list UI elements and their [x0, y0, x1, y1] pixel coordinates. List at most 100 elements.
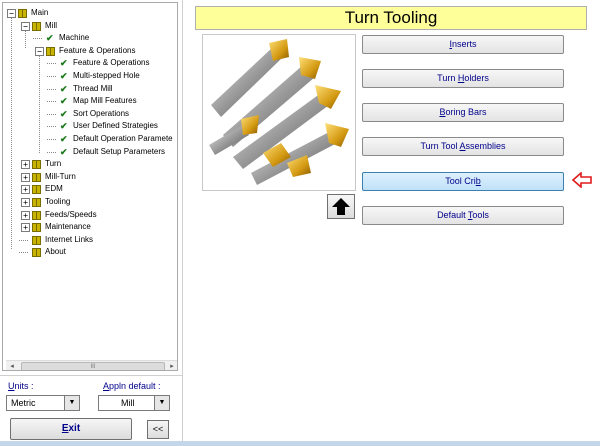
tree-item-default-setup-parameters[interactable]: ✔ Default Setup Parameters [3, 146, 177, 158]
appln-default-label: Appln default : [103, 381, 161, 391]
tree-item-mill-turn[interactable]: + Mill-Turn [3, 171, 177, 183]
tree-item-label: Mill [45, 20, 57, 30]
book-icon [32, 210, 41, 220]
boring-bars-button[interactable]: Boring Bars [362, 103, 564, 122]
tree-branch-line [47, 88, 56, 90]
turn-tools-image [202, 34, 356, 191]
navigation-tree: − Main − Mill ✔ Machine − Feature & Operations ✔… [2, 2, 178, 371]
tree-branch-line [47, 113, 56, 115]
collapse-icon[interactable]: − [35, 46, 44, 56]
tree-item-label: Default Operation Paramete [73, 134, 173, 143]
expand-icon[interactable]: + [21, 172, 30, 182]
expand-icon[interactable]: + [21, 223, 30, 233]
tree-branch-line [47, 126, 56, 128]
tree-item-internet-links[interactable]: Internet Links [3, 234, 177, 246]
exit-button[interactable]: Exit [10, 418, 132, 440]
expand-icon[interactable]: + [21, 210, 30, 220]
book-icon [32, 160, 41, 170]
book-icon [18, 9, 27, 18]
tree-item-feature-operations[interactable]: − Feature & Operations [3, 45, 177, 57]
up-arrow-icon [332, 198, 350, 215]
scroll-right-icon[interactable]: ▸ [166, 361, 177, 370]
collapse-panel-button[interactable]: << [147, 420, 169, 439]
tree-item-feeds-speeds[interactable]: + Feeds/Speeds [3, 209, 177, 221]
units-dropdown-icon[interactable]: ▼ [64, 396, 79, 410]
tree-item-machine[interactable]: ✔ Machine [3, 32, 177, 44]
tree-item-label: Default Setup Parameters [73, 146, 166, 156]
check-icon: ✔ [60, 108, 68, 119]
scroll-grip-icon: III [90, 364, 96, 370]
tree-item-user-defined-strategies[interactable]: ✔ User Defined Strategies [3, 120, 177, 132]
check-icon: ✔ [60, 71, 68, 81]
default-tools-button[interactable]: Default Tools [362, 206, 564, 225]
tree-item-label: Sort Operations [73, 108, 130, 118]
tree-item-multi-stepped-hole[interactable]: ✔ Multi-stepped Hole [3, 70, 177, 82]
book-icon [32, 185, 41, 195]
tree-item-label: Tooling [45, 197, 71, 206]
tree-item-label: About [45, 247, 66, 257]
book-icon [46, 46, 55, 56]
tree-branch-line [47, 76, 56, 77]
expand-icon[interactable]: + [21, 160, 30, 170]
tool-crib-button[interactable]: Tool Crib [362, 172, 564, 191]
tree-item-thread-mill[interactable]: ✔ Thread Mill [3, 83, 177, 95]
tree-item-about[interactable]: About [3, 246, 177, 258]
tree-item-sort-operations[interactable]: ✔ Sort Operations [3, 108, 177, 120]
tree-item-label: Main [31, 8, 49, 17]
book-icon [32, 248, 41, 258]
up-arrow-button[interactable] [327, 194, 355, 219]
collapse-icon[interactable]: − [7, 9, 16, 18]
tree-item-label: Thread Mill [73, 83, 113, 93]
tree-branch-line [19, 252, 28, 254]
turn-tool-assemblies-button[interactable]: Turn Tool Assemblies [362, 137, 564, 156]
tree-item-label: Feature & Operations [59, 45, 136, 55]
check-icon: ✔ [60, 134, 68, 144]
check-icon: ✔ [46, 33, 54, 44]
scroll-left-icon[interactable]: ◂ [6, 361, 18, 370]
tree-branch-line [33, 38, 42, 40]
appln-default-select[interactable]: Mill ▼ [98, 395, 170, 411]
tree-branch-line [47, 151, 56, 153]
tree-item-main[interactable]: − Main [3, 7, 177, 19]
tree-item-map-mill-features[interactable]: ✔ Map Mill Features [3, 95, 177, 107]
bottom-status-strip [0, 441, 600, 446]
left-panel-divider [0, 375, 182, 376]
tree-item-default-operation-parameters[interactable]: ✔ Default Operation Paramete [3, 133, 177, 145]
tree-item-mill[interactable]: − Mill [3, 20, 177, 32]
tree-item-feature-operations-sub[interactable]: ✔ Feature & Operations [3, 57, 177, 69]
tree-item-turn[interactable]: + Turn [3, 158, 177, 170]
expand-icon[interactable]: + [21, 198, 30, 207]
tree-item-label: Machine [59, 33, 90, 43]
turn-holders-button[interactable]: Turn Holders [362, 69, 564, 88]
tree-item-label: User Defined Strategies [73, 121, 158, 131]
book-icon [32, 235, 41, 245]
units-select[interactable]: Metric ▼ [6, 395, 80, 411]
check-icon: ✔ [60, 121, 68, 132]
appln-default-dropdown-icon[interactable]: ▼ [154, 396, 169, 410]
tree-branch-line [47, 63, 56, 65]
book-icon [32, 21, 41, 31]
book-icon [32, 172, 41, 182]
tree-branch-line [47, 101, 56, 103]
page-title: Turn Tooling [195, 6, 587, 30]
tree-item-label: Mill-Turn [45, 171, 76, 181]
collapse-icon[interactable]: − [21, 21, 30, 31]
turn-tools-photo-icon [209, 39, 349, 185]
pointer-arrow-icon [572, 172, 592, 188]
tree-item-label: EDM [45, 184, 63, 194]
tree-item-edm[interactable]: + EDM [3, 183, 177, 195]
expand-icon[interactable]: + [21, 185, 30, 195]
scroll-thumb[interactable]: III [21, 362, 165, 370]
tree-item-label: Feature & Operations [73, 58, 150, 68]
tree-item-maintenance[interactable]: + Maintenance [3, 221, 177, 233]
tree-branch-line [19, 239, 28, 241]
panel-splitter[interactable] [182, 0, 183, 446]
tree-item-tooling[interactable]: + Tooling [3, 196, 177, 208]
check-icon: ✔ [60, 83, 68, 94]
tree-item-label: Maintenance [45, 222, 91, 232]
units-label: Units : [8, 381, 34, 391]
tree-horizontal-scrollbar[interactable]: ◂ III ▸ [6, 360, 177, 370]
check-icon: ✔ [60, 96, 68, 107]
check-icon: ✔ [60, 58, 68, 69]
inserts-button[interactable]: Inserts [362, 35, 564, 54]
